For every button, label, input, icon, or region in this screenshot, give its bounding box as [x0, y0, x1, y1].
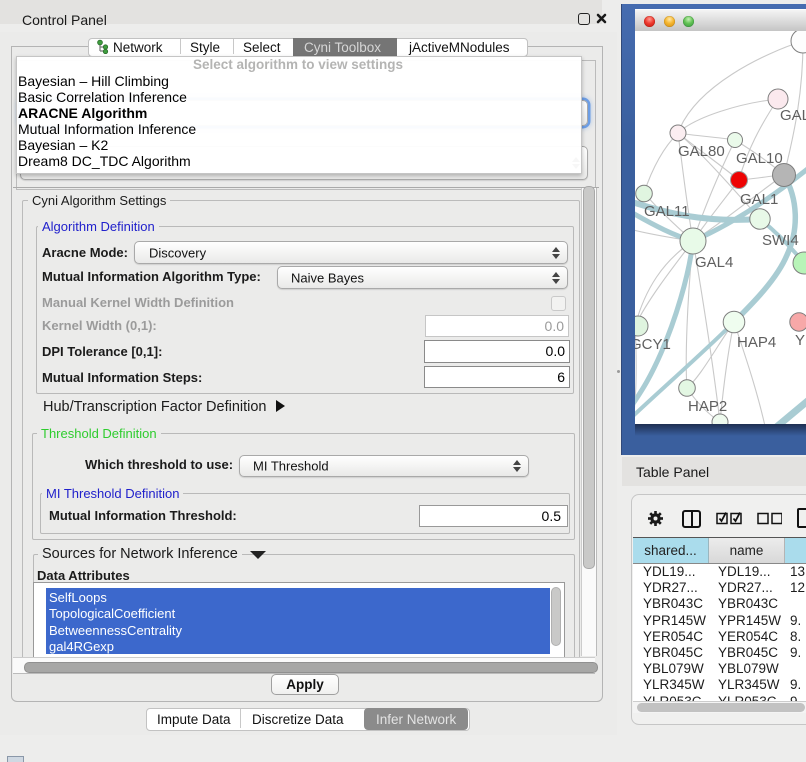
- svg-text:GAL11: GAL11: [644, 203, 690, 220]
- svg-text:GAL10: GAL10: [736, 150, 783, 167]
- svg-text:SWI4: SWI4: [762, 232, 799, 249]
- svg-text:GAL: GAL: [780, 107, 806, 124]
- svg-text:HAP4: HAP4: [737, 334, 776, 351]
- svg-text:GCY1: GCY1: [635, 336, 671, 353]
- svg-text:GAL1: GAL1: [740, 191, 778, 208]
- svg-text:GAL80: GAL80: [678, 143, 725, 160]
- svg-text:HAP2: HAP2: [688, 398, 727, 415]
- svg-text:GAL4: GAL4: [695, 254, 733, 271]
- svg-text:Y: Y: [795, 332, 805, 349]
